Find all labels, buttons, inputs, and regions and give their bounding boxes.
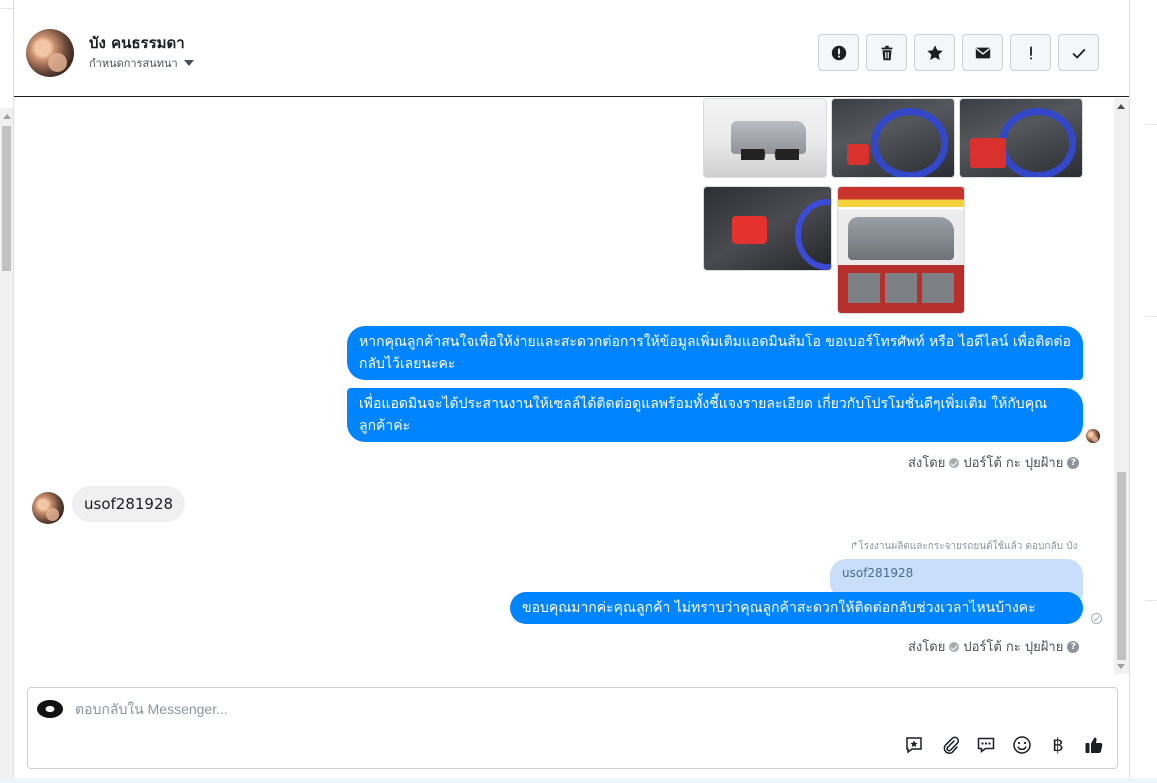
emoji-icon <box>1013 736 1031 754</box>
verified-check-icon <box>949 457 960 468</box>
conversation-header: บัง คนธรรมดา กำหนดการสนทนา <box>14 9 1129 97</box>
contact-avatar[interactable] <box>26 29 74 77</box>
conversation-schedule-dropdown[interactable]: กำหนดการสนทนา <box>89 54 194 72</box>
photo-attachment[interactable] <box>703 186 832 271</box>
check-icon <box>1072 48 1086 59</box>
sent-by-label: ส่งโดย ปอร์โต้ กะ ปุยฝ้าย ? <box>908 452 1080 473</box>
agent-name[interactable]: ปอร์โต้ กะ ปุยฝ้าย <box>963 636 1063 657</box>
scrollbar-thumb[interactable] <box>2 126 11 271</box>
trash-icon <box>881 45 892 60</box>
star-button[interactable] <box>914 34 955 71</box>
photo-attachment[interactable] <box>959 98 1083 178</box>
divider <box>1145 124 1157 125</box>
reply-context-note: ↱โรงงานผลิตและกระจายรถยนต์ใช้แล้ว ตอบกลั… <box>850 539 1077 554</box>
emoji-button[interactable] <box>1011 734 1033 756</box>
like-button[interactable] <box>1083 734 1105 756</box>
payment-button[interactable]: ฿ <box>1047 734 1069 756</box>
page-avatar <box>37 700 63 718</box>
schedule-label: กำหนดการสนทนา <box>89 57 178 70</box>
composer-actions: ฿ <box>903 734 1105 756</box>
flag-important-button[interactable] <box>1010 34 1051 71</box>
saved-reply-icon <box>906 737 922 754</box>
message-thread[interactable]: หากคุณลูกค้าสนใจเพื่อให้ง่ายและสะดวกต่อก… <box>14 98 1114 674</box>
photo-attachment[interactable] <box>703 98 827 178</box>
thread-scrollbar[interactable] <box>1114 98 1129 674</box>
photo-attachment[interactable] <box>837 186 965 314</box>
reply-input[interactable] <box>75 701 875 717</box>
help-icon[interactable]: ? <box>1067 456 1080 469</box>
header-toolbar <box>818 34 1099 71</box>
saved-reply-button[interactable] <box>903 734 925 756</box>
exclamation-icon <box>1029 46 1032 59</box>
seen-avatar <box>1086 429 1100 443</box>
verified-check-icon <box>949 641 960 652</box>
scroll-up-arrow[interactable] <box>1117 104 1125 109</box>
divider <box>1145 600 1157 601</box>
bottom-edge <box>0 778 1157 783</box>
delete-button[interactable] <box>866 34 907 71</box>
page: บัง คนธรรมดา กำหนดการสนทนา หากคุณลูกค้าส… <box>0 0 1157 783</box>
star-icon <box>926 44 943 60</box>
outer-scrollbar[interactable] <box>0 108 13 783</box>
outgoing-message[interactable]: ขอบคุณมากค่ะคุณลูกค้า ไม่ทราบว่าคุณลูกค้… <box>510 592 1083 624</box>
caret-down-icon <box>183 60 194 66</box>
reply-composer: ฿ <box>27 687 1118 769</box>
contact-name[interactable]: บัง คนธรรมดา <box>89 31 185 55</box>
scroll-up-arrow[interactable] <box>3 114 11 119</box>
help-icon[interactable]: ? <box>1067 640 1080 653</box>
agent-name[interactable]: ปอร์โต้ กะ ปุยฝ้าย <box>963 452 1063 473</box>
outgoing-message[interactable]: เพื่อแอดมินจะได้ประสานงานให้เซลล์ได้ติดต… <box>347 388 1083 442</box>
outgoing-message[interactable]: หากคุณลูกค้าสนใจเพื่อให้ง่ายและสะดวกต่อก… <box>347 326 1083 380</box>
mark-spam-button[interactable] <box>818 34 859 71</box>
reply-note-text: โรงงานผลิตและกระจายรถยนต์ใช้แล้ว ตอบกลับ… <box>858 541 1078 552</box>
attachment-icon <box>943 736 960 755</box>
mark-unread-button[interactable] <box>962 34 1003 71</box>
baht-icon: ฿ <box>1052 734 1064 756</box>
mark-done-button[interactable] <box>1058 34 1099 71</box>
contact-avatar-small[interactable] <box>32 492 64 524</box>
divider <box>1145 316 1157 317</box>
incoming-message[interactable]: usof281928 <box>72 486 186 522</box>
sent-by-label: ส่งโดย ปอร์โต้ กะ ปุยฝ้าย ? <box>908 636 1080 657</box>
alert-circle-icon <box>831 45 846 60</box>
sent-by-prefix: ส่งโดย <box>908 640 946 655</box>
sent-by-prefix: ส่งโดย <box>908 456 946 471</box>
photo-attachment[interactable] <box>831 98 955 178</box>
attach-button[interactable] <box>939 734 961 756</box>
chat-button[interactable] <box>975 734 997 756</box>
envelope-icon <box>975 47 990 58</box>
like-icon <box>1085 737 1103 753</box>
chat-icon <box>977 737 995 753</box>
delivered-check-icon <box>1091 613 1102 624</box>
scroll-down-arrow[interactable] <box>1117 664 1125 669</box>
scrollbar-thumb[interactable] <box>1117 472 1126 660</box>
right-side-strip <box>1130 0 1157 783</box>
